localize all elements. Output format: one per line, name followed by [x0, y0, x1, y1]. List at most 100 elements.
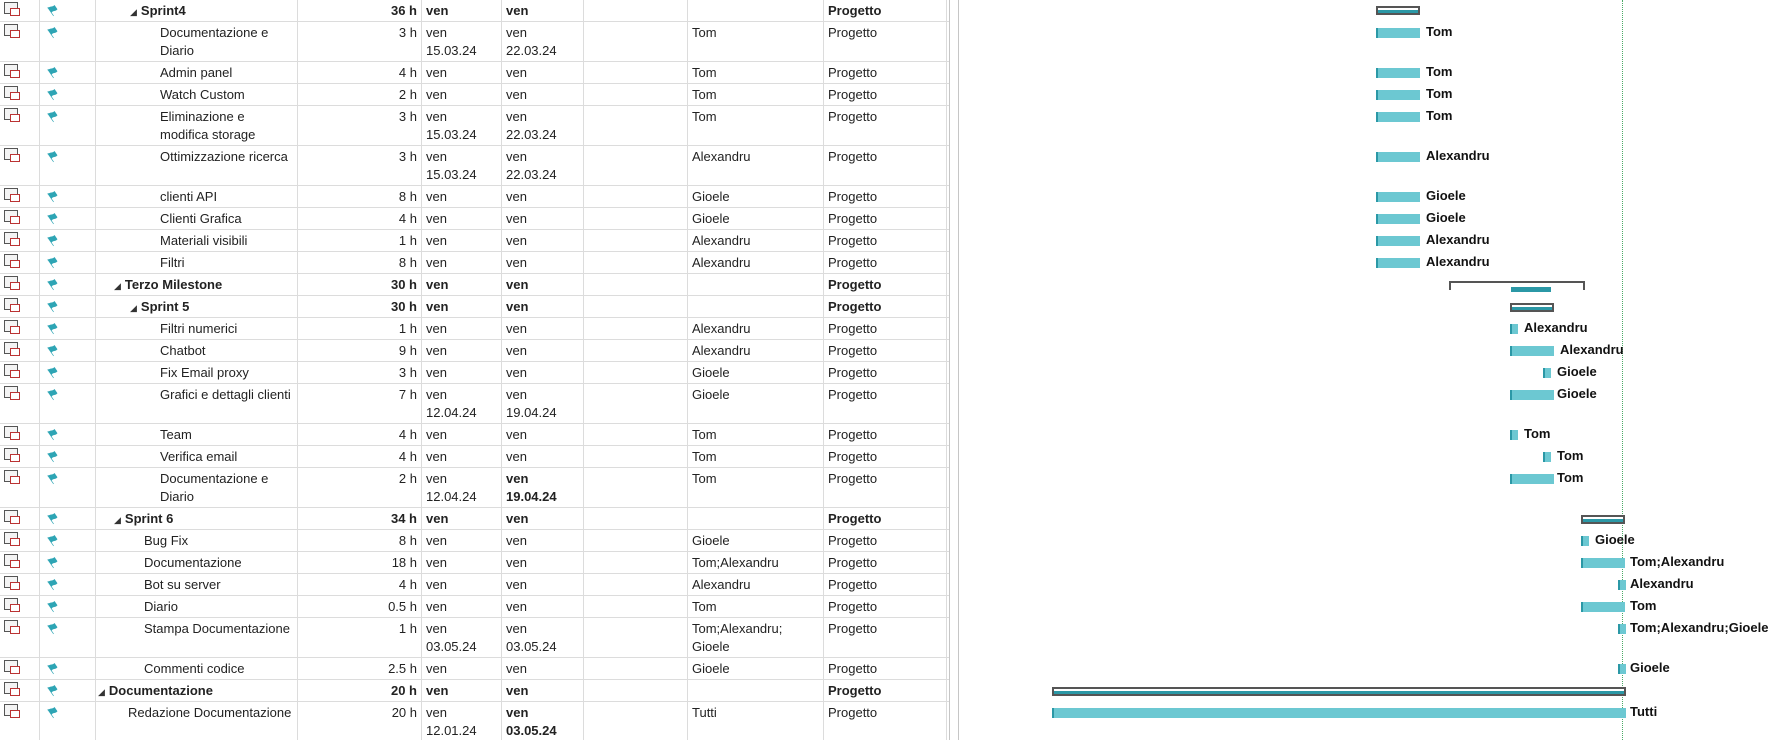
task-bar[interactable]	[1376, 152, 1420, 162]
notes-cell[interactable]: Progetto	[824, 318, 947, 339]
notes-indicator-icon[interactable]	[4, 554, 20, 568]
predecessors-cell[interactable]	[584, 186, 688, 207]
task-bar[interactable]	[1376, 236, 1420, 246]
end-cell[interactable]: ven 03.05.24	[502, 658, 584, 679]
start-cell[interactable]: ven 19.04.24	[422, 446, 502, 467]
predecessors-cell[interactable]	[584, 596, 688, 617]
task-name-cell[interactable]: ◢ Sprint 5	[96, 296, 298, 317]
task-row[interactable]: ⚑Bot su server4 hven 03.05.24ven 03.05.2…	[0, 574, 949, 596]
predecessors-cell[interactable]	[584, 446, 688, 467]
task-row[interactable]: ⚑ Documentazione e Diario 3 h ven 15.03.24 v…	[0, 22, 949, 62]
start-cell[interactable]: ven 15.03.24	[422, 106, 502, 145]
task-bar[interactable]	[1376, 68, 1420, 78]
summary-bar[interactable]	[1052, 687, 1626, 696]
predecessors-cell[interactable]	[584, 252, 688, 273]
notes-cell[interactable]: Progetto	[824, 424, 947, 445]
resource-cell[interactable]: Alexandru	[688, 318, 824, 339]
work-cell[interactable]: 3 h	[298, 146, 422, 185]
task-name-cell[interactable]: ◢ Sprint4	[96, 0, 298, 21]
task-row[interactable]: ⚑ Eliminazione e modifica storage 3 h ven 1…	[0, 106, 949, 146]
task-row[interactable]: ⚑◢Terzo Milestone30 hven 29.03.24ven 26.…	[0, 274, 949, 296]
task-name-cell[interactable]: Verifica email	[96, 446, 298, 467]
task-bar[interactable]	[1376, 192, 1420, 202]
task-name-cell[interactable]: Diario	[96, 596, 298, 617]
resource-cell[interactable]	[688, 680, 824, 701]
task-name-cell[interactable]: Documentazione e Diario	[96, 468, 298, 507]
task-row[interactable]: ⚑Verifica email4 hven 19.04.24ven 19.04.…	[0, 446, 949, 468]
task-row[interactable]: ⚑Diario0.5 hven 26.04.24ven 03.05.24TomP…	[0, 596, 949, 618]
predecessors-cell[interactable]	[584, 318, 688, 339]
notes-cell[interactable]: Progetto	[824, 340, 947, 361]
end-cell[interactable]: ven 22.03.24	[502, 252, 584, 273]
task-name-cell[interactable]: Watch Custom	[96, 84, 298, 105]
task-name-cell[interactable]: Ottimizzazione ricerca	[96, 146, 298, 185]
end-cell[interactable]: ven 22.03.24	[502, 208, 584, 229]
task-bar[interactable]	[1510, 346, 1554, 356]
start-cell[interactable]: ven 15.03.24	[422, 208, 502, 229]
notes-indicator-icon[interactable]	[4, 320, 20, 334]
notes-cell[interactable]: Progetto	[824, 446, 947, 467]
predecessors-cell[interactable]	[584, 384, 688, 423]
predecessors-cell[interactable]	[584, 552, 688, 573]
start-cell[interactable]: ven 19.04.24	[422, 362, 502, 383]
task-name-cell[interactable]: Bot su server	[96, 574, 298, 595]
task-name-cell[interactable]: ◢ Terzo Milestone	[96, 274, 298, 295]
notes-indicator-icon[interactable]	[4, 364, 20, 378]
end-cell[interactable]: ven 03.05.24	[502, 596, 584, 617]
resource-cell[interactable]: Tom	[688, 22, 824, 61]
end-cell[interactable]: ven 03.05.24	[502, 702, 584, 740]
task-row[interactable]: ⚑clienti API8 hven 15.03.24ven 22.03.24G…	[0, 186, 949, 208]
start-cell[interactable]: ven 12.04.24	[422, 468, 502, 507]
task-row[interactable]: ⚑Chatbot9 hven 12.04.24ven 19.04.24Alexa…	[0, 340, 949, 362]
end-cell[interactable]: ven 03.05.24	[502, 574, 584, 595]
predecessors-cell[interactable]	[584, 0, 688, 21]
work-cell[interactable]: 4 h	[298, 208, 422, 229]
task-name-cell[interactable]: Stampa Documentazione	[96, 618, 298, 657]
start-cell[interactable]: ven 26.04.24	[422, 596, 502, 617]
start-cell[interactable]: ven 12.01.24	[422, 680, 502, 701]
work-cell[interactable]: 30 h	[298, 296, 422, 317]
notes-cell[interactable]: Progetto	[824, 702, 947, 740]
task-row[interactable]: ⚑ Grafici e dettagli clienti 7 h ven 12.04.…	[0, 384, 949, 424]
work-cell[interactable]: 2.5 h	[298, 658, 422, 679]
notes-cell[interactable]: Progetto	[824, 146, 947, 185]
predecessors-cell[interactable]	[584, 146, 688, 185]
end-cell[interactable]: ven 22.03.24	[502, 62, 584, 83]
end-cell[interactable]: ven 03.05.24	[502, 618, 584, 657]
task-bar[interactable]	[1543, 452, 1551, 462]
task-bar[interactable]	[1510, 390, 1554, 400]
work-cell[interactable]: 4 h	[298, 574, 422, 595]
notes-cell[interactable]: Progetto	[824, 106, 947, 145]
split-divider[interactable]	[949, 0, 959, 740]
notes-indicator-icon[interactable]	[4, 64, 20, 78]
notes-cell[interactable]: Progetto	[824, 658, 947, 679]
end-cell[interactable]: ven 22.03.24	[502, 84, 584, 105]
task-row[interactable]: ⚑Team4 hven 12.04.24ven 12.04.24TomProge…	[0, 424, 949, 446]
end-cell[interactable]: ven 22.03.24	[502, 106, 584, 145]
work-cell[interactable]: 0.5 h	[298, 596, 422, 617]
notes-cell[interactable]: Progetto	[824, 22, 947, 61]
task-bar[interactable]	[1581, 536, 1589, 546]
task-bar[interactable]	[1618, 664, 1626, 674]
end-cell[interactable]: ven 22.03.24	[502, 22, 584, 61]
task-name-cell[interactable]: Grafici e dettagli clienti	[96, 384, 298, 423]
resource-cell[interactable]: Gioele	[688, 658, 824, 679]
start-cell[interactable]: ven 12.04.24	[422, 384, 502, 423]
start-cell[interactable]: ven 12.04.24	[422, 296, 502, 317]
work-cell[interactable]: 3 h	[298, 106, 422, 145]
task-row[interactable]: ⚑ Ottimizzazione ricerca 3 h ven 15.03.24 ve…	[0, 146, 949, 186]
task-row[interactable]: ⚑◢Documentazione20 hven 12.01.24ven 03.0…	[0, 680, 949, 702]
work-cell[interactable]: 2 h	[298, 468, 422, 507]
resource-cell[interactable]: Alexandru	[688, 230, 824, 251]
notes-indicator-icon[interactable]	[4, 510, 20, 524]
notes-indicator-icon[interactable]	[4, 254, 20, 268]
notes-indicator-icon[interactable]	[4, 232, 20, 246]
collapse-triangle-icon[interactable]: ◢	[130, 3, 137, 21]
work-cell[interactable]: 4 h	[298, 424, 422, 445]
collapse-triangle-icon[interactable]: ◢	[114, 277, 121, 295]
task-row[interactable]: ⚑◢Sprint436 hven 15.03.24ven 22.03.24Pro…	[0, 0, 949, 22]
resource-cell[interactable]: Gioele	[688, 208, 824, 229]
task-bar[interactable]	[1543, 368, 1551, 378]
task-row[interactable]: ⚑Materiali visibili1 hven 15.03.24ven 22…	[0, 230, 949, 252]
notes-cell[interactable]: Progetto	[824, 552, 947, 573]
